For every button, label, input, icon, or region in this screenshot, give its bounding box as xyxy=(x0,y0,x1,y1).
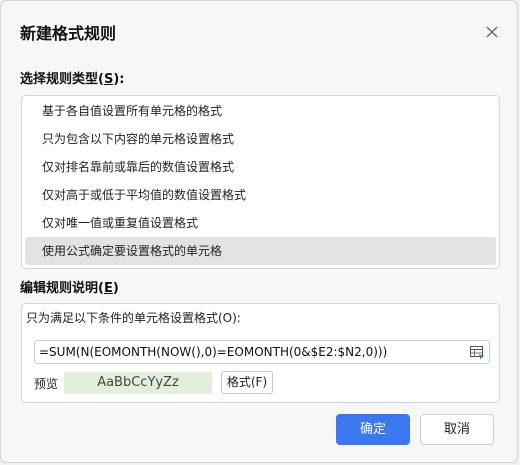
new-format-rule-dialog: 新建格式规则 选择规则类型(S): 基于各自值设置所有单元格的格式 只为包含以下… xyxy=(0,0,518,463)
rule-type-item[interactable]: 基于各自值设置所有单元格的格式 xyxy=(25,97,496,125)
rule-description-panel: 只为满足以下条件的单元格设置格式(O): =SUM(N(EOMONTH(NOW(… xyxy=(21,303,500,403)
format-button[interactable]: 格式(F) xyxy=(221,371,273,394)
rule-type-item[interactable]: 仅对排名靠前或靠后的数值设置格式 xyxy=(25,153,496,181)
rule-type-item[interactable]: 仅对高于或低于平均值的数值设置格式 xyxy=(25,181,496,209)
formula-input[interactable]: =SUM(N(EOMONTH(NOW(),0)=EOMONTH(0&$E2:$N… xyxy=(34,340,490,364)
condition-label: 只为满足以下条件的单元格设置格式(O): xyxy=(26,311,241,325)
rule-type-list[interactable]: 基于各自值设置所有单元格的格式 只为包含以下内容的单元格设置格式 仅对排名靠前或… xyxy=(21,95,500,269)
preview-label: 预览 xyxy=(34,377,59,391)
range-select-icon[interactable] xyxy=(469,344,485,360)
preview-sample: AaBbCcYyZz xyxy=(64,372,212,394)
rule-type-item[interactable]: 仅对唯一值或重复值设置格式 xyxy=(25,209,496,237)
ok-button[interactable]: 确定 xyxy=(336,414,410,445)
rule-type-label: 选择规则类型(S): xyxy=(20,72,125,87)
dialog-title: 新建格式规则 xyxy=(20,24,117,43)
close-icon[interactable] xyxy=(483,23,501,41)
formula-text: =SUM(N(EOMONTH(NOW(),0)=EOMONTH(0&$E2:$N… xyxy=(39,345,388,359)
rule-type-item-selected[interactable]: 使用公式确定要设置格式的单元格 xyxy=(25,237,496,265)
cancel-button[interactable]: 取消 xyxy=(420,414,494,445)
rule-desc-label: 编辑规则说明(E) xyxy=(20,281,119,296)
rule-type-item[interactable]: 只为包含以下内容的单元格设置格式 xyxy=(25,125,496,153)
